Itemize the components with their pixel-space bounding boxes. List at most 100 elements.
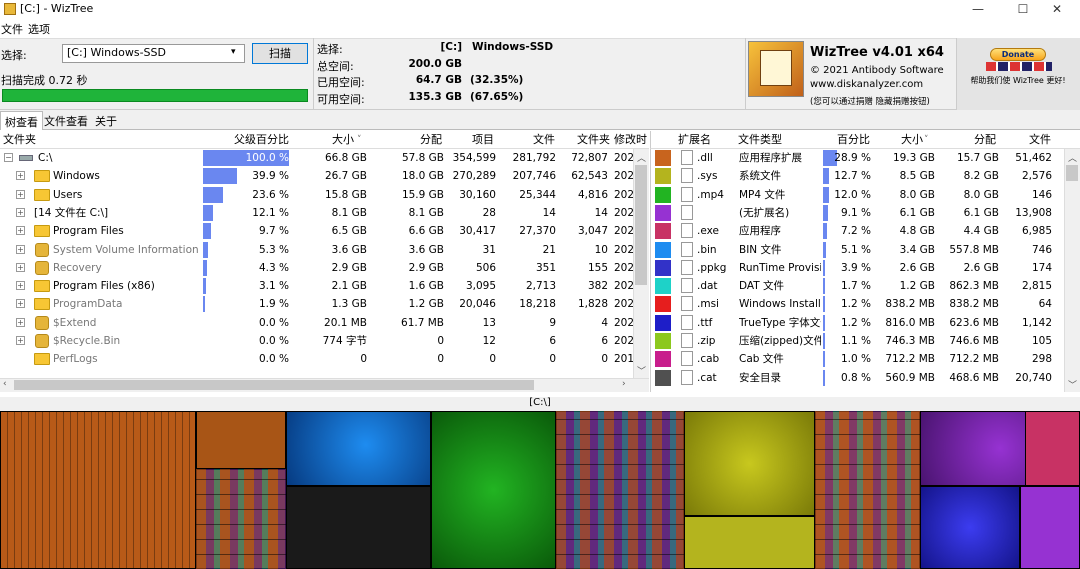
table-row[interactable]: + Windows 39.9 % 26.7 GB 18.0 GB 270,289 207,7… — [0, 167, 633, 185]
collapse-icon[interactable]: − — [4, 153, 13, 162]
menu-options[interactable]: 选项 — [28, 21, 50, 37]
tree-hscroll-thumb[interactable] — [14, 380, 534, 390]
about-site[interactable]: www.diskanalyzer.com — [810, 79, 923, 90]
table-row[interactable]: + Recovery 4.3 % 2.9 GB 2.9 GB 506 351 155 202 — [0, 259, 633, 277]
ext-row[interactable]: .sys 系统文件 12.7 % 8.5 GB 8.2 GB 2,576 — [651, 167, 1064, 185]
table-row[interactable]: + [14 文件在 C:\] 12.1 % 8.1 GB 8.1 GB 28 14 14 202 — [0, 204, 633, 222]
treemap-block[interactable] — [815, 411, 920, 569]
expand-icon[interactable]: + — [16, 171, 25, 181]
ext-vscrollbar[interactable] — [1064, 149, 1080, 392]
table-row[interactable]: PerfLogs 0.0 % 0 0 0 0 0 201 — [0, 350, 633, 368]
ext-row[interactable]: .msi Windows Installer 1.2 % 838.2 MB 838.2 … — [651, 295, 1064, 313]
table-row[interactable]: + Program Files 9.7 % 6.5 GB 6.6 GB 30,417 27,… — [0, 222, 633, 240]
treemap[interactable] — [0, 411, 1080, 569]
scroll-left-icon[interactable]: ‹ — [3, 379, 7, 389]
ext-row[interactable]: .cab Cab 文件 1.0 % 712.2 MB 712.2 MB 298 — [651, 350, 1064, 368]
table-row[interactable]: + Users 23.6 % 15.8 GB 15.9 GB 30,160 25,344 4,… — [0, 186, 633, 204]
tab-about[interactable]: 关于 — [91, 111, 121, 130]
scroll-right-icon[interactable]: › — [622, 379, 626, 389]
col-extension[interactable]: 扩展名 — [678, 131, 711, 149]
modified: 202 — [614, 280, 633, 293]
ext-vscroll-thumb[interactable] — [1066, 165, 1078, 181]
treemap-block[interactable] — [286, 411, 431, 486]
tree-vscroll-thumb[interactable] — [635, 165, 647, 285]
minimize-button[interactable]: — — [955, 0, 1001, 19]
file-type-icon — [681, 168, 693, 184]
treemap-block[interactable] — [1020, 486, 1080, 569]
col-folders[interactable]: 文件夹 — [577, 131, 610, 149]
table-row[interactable]: + ProgramData 1.9 % 1.3 GB 1.2 GB 20,046 18,21… — [0, 295, 633, 313]
ext-row[interactable]: .zip 压缩(zipped)文件 1.1 % 746.3 MB 746.6 MB 105 — [651, 332, 1064, 350]
expand-icon[interactable]: + — [16, 317, 25, 327]
files: 207,746 — [512, 170, 556, 183]
col-percent[interactable]: 百分比 — [837, 131, 870, 149]
donate-button[interactable]: Donate — [990, 48, 1046, 61]
treemap-block[interactable] — [196, 469, 286, 569]
scroll-down-icon[interactable]: ﹀ — [637, 364, 646, 377]
percent: 9.1 % — [840, 206, 871, 219]
scan-button[interactable]: 扫描 — [252, 43, 308, 64]
size: 838.2 MB — [885, 298, 935, 311]
treemap-block[interactable] — [431, 411, 556, 569]
col-ext-size[interactable]: 大小 — [901, 131, 923, 149]
ext-row[interactable]: .cat 安全目录 0.8 % 560.9 MB 468.6 MB 20,740 — [651, 369, 1064, 387]
ext-list[interactable]: .dll 应用程序扩展 28.9 % 19.3 GB 15.7 GB 51,462 .sys… — [650, 149, 1064, 392]
col-size[interactable]: 大小 — [332, 131, 354, 149]
percent: 12.7 % — [834, 170, 871, 183]
menu-file[interactable]: 文件 — [1, 21, 23, 37]
col-ext-alloc[interactable]: 分配 — [974, 131, 996, 149]
ext-row[interactable]: (无扩展名) 9.1 % 6.1 GB 6.1 GB 13,908 — [651, 204, 1064, 222]
expand-icon[interactable]: + — [16, 299, 25, 309]
expand-icon[interactable]: + — [16, 262, 25, 272]
expand-icon[interactable]: + — [16, 226, 25, 236]
ext-row[interactable]: .dll 应用程序扩展 28.9 % 19.3 GB 15.7 GB 51,462 — [651, 149, 1064, 167]
treemap-block[interactable] — [556, 411, 684, 569]
table-row[interactable]: − C:\ 100.0 % 66.8 GB 57.8 GB 354,599 281,792 7… — [0, 149, 633, 167]
treemap-block[interactable] — [286, 486, 431, 569]
items: 31 — [482, 243, 496, 256]
expand-icon[interactable]: + — [16, 207, 25, 217]
parent-pct: 1.9 % — [258, 298, 289, 311]
treemap-block[interactable] — [0, 411, 196, 569]
expand-icon[interactable]: + — [16, 281, 25, 291]
expand-icon[interactable]: + — [16, 189, 25, 199]
col-ext-files[interactable]: 文件 — [1029, 131, 1051, 149]
col-files[interactable]: 文件 — [533, 131, 555, 149]
table-row[interactable]: + $Recycle.Bin 0.0 % 774 字节 0 12 6 6 202 — [0, 332, 633, 350]
treemap-block[interactable] — [1025, 411, 1080, 486]
ext-row[interactable]: .mp4 MP4 文件 12.0 % 8.0 GB 8.0 GB 146 — [651, 186, 1064, 204]
about-name: WizTree v4.01 x64 — [810, 45, 944, 60]
tree-list[interactable]: − C:\ 100.0 % 66.8 GB 57.8 GB 354,599 281,792 7… — [0, 149, 633, 378]
col-items[interactable]: 项目 — [472, 131, 494, 149]
title-bar[interactable] — [0, 0, 1080, 19]
ext-row[interactable]: .exe 应用程序 7.2 % 4.8 GB 4.4 GB 6,985 — [651, 222, 1064, 240]
treemap-block[interactable] — [196, 411, 286, 469]
col-file-type[interactable]: 文件类型 — [738, 131, 782, 149]
close-button[interactable]: ✕ — [1034, 0, 1080, 19]
percent: 1.0 % — [840, 353, 871, 366]
expand-icon[interactable]: + — [16, 244, 25, 254]
ext-row[interactable]: .bin BIN 文件 5.1 % 3.4 GB 557.8 MB 746 — [651, 241, 1064, 259]
treemap-block[interactable] — [684, 411, 815, 516]
treemap-block[interactable] — [684, 516, 815, 569]
ext-row[interactable]: .ttf TrueType 字体文件 1.2 % 816.0 MB 623.6 MB 1,… — [651, 314, 1064, 332]
col-modified[interactable]: 修改时 — [614, 131, 647, 149]
expand-icon[interactable]: + — [16, 336, 25, 345]
tab-file-view[interactable]: 文件查看 — [40, 111, 92, 130]
table-row[interactable]: + Program Files (x86) 3.1 % 2.1 GB 1.6 GB 3,0… — [0, 277, 633, 295]
col-parent-pct[interactable]: 父级百分比 — [234, 131, 289, 149]
chevron-down-icon[interactable]: ▾ — [231, 47, 236, 57]
treemap-block[interactable] — [920, 486, 1020, 569]
table-row[interactable]: + $Extend 0.0 % 20.1 MB 61.7 MB 13 9 4 202 — [0, 314, 633, 332]
drive-select[interactable]: [C:] Windows-SSD — [62, 44, 245, 63]
scroll-up-icon[interactable]: ︿ — [637, 151, 646, 164]
col-alloc[interactable]: 分配 — [420, 131, 442, 149]
tab-tree-view[interactable]: 树查看 — [0, 111, 43, 130]
col-folder[interactable]: 文件夹 — [3, 131, 36, 149]
size: 0 — [360, 353, 367, 366]
scroll-down-icon[interactable]: ﹀ — [1068, 378, 1077, 391]
ext-row[interactable]: .dat DAT 文件 1.7 % 1.2 GB 862.3 MB 2,815 — [651, 277, 1064, 295]
table-row[interactable]: + System Volume Information 5.3 % 3.6 GB 3.6… — [0, 241, 633, 259]
ext-row[interactable]: .ppkg RunTime Provisio 3.9 % 2.6 GB 2.6 GB 17… — [651, 259, 1064, 277]
scroll-up-icon[interactable]: ︿ — [1068, 151, 1077, 164]
